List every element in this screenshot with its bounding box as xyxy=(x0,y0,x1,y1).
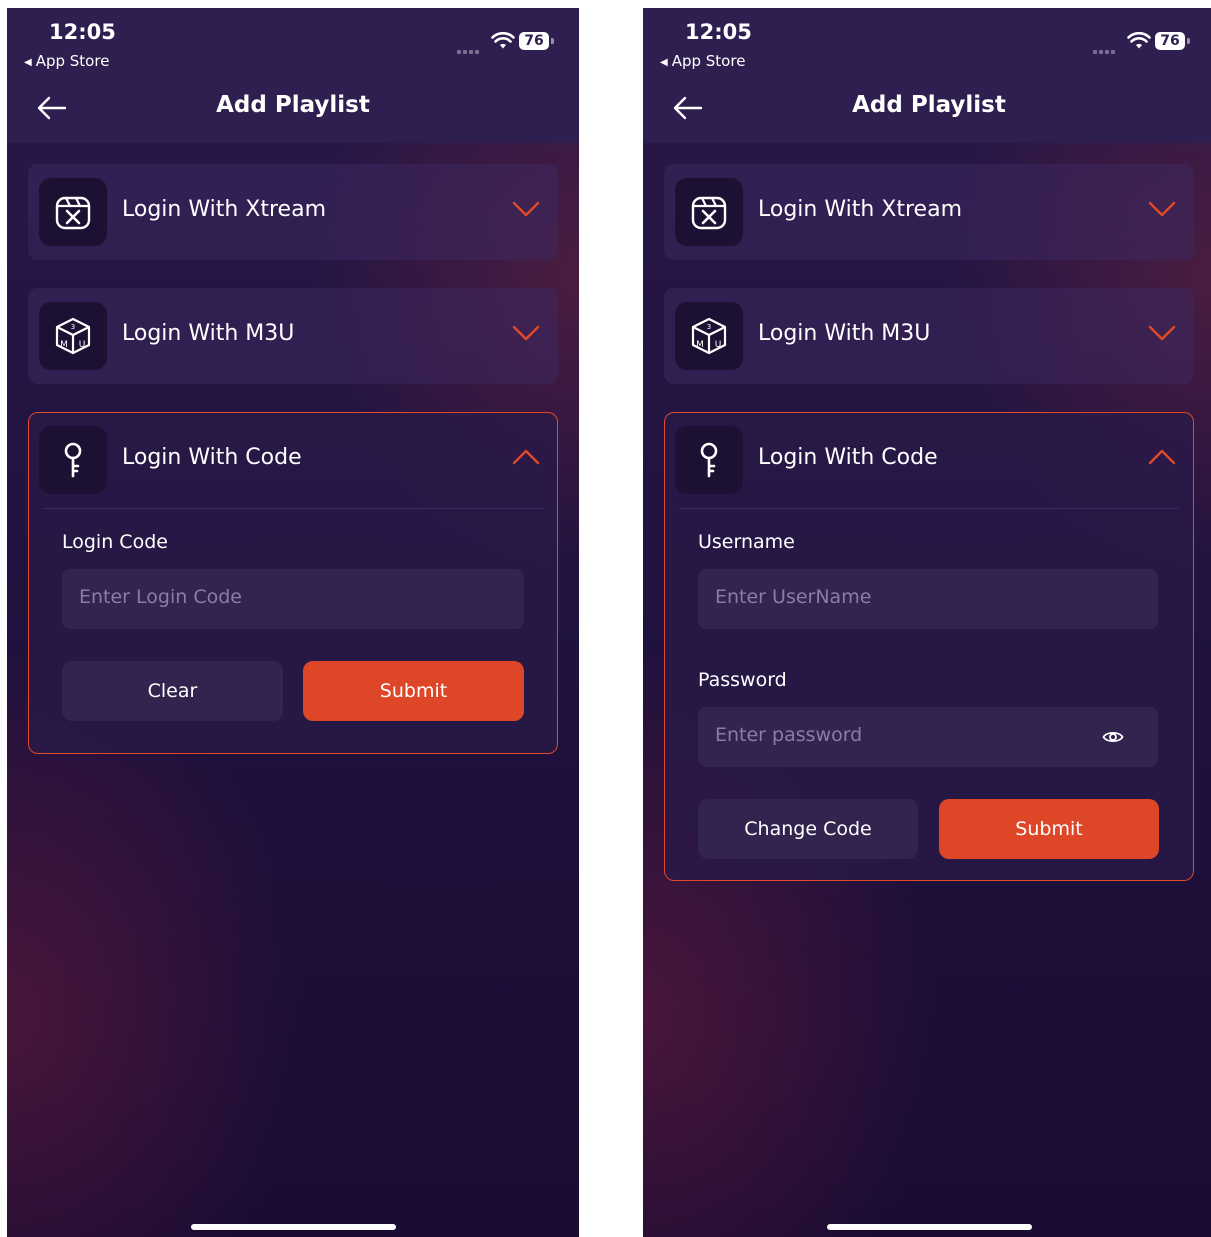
login-xtream-label: Login With Xtream xyxy=(758,197,962,222)
login-code-label: Login With Code xyxy=(122,445,302,470)
signal-icon xyxy=(457,46,481,54)
submit-button[interactable]: Submit xyxy=(303,661,524,721)
login-code-card: Login With Code Username Enter UserName … xyxy=(664,412,1194,881)
svg-text:U: U xyxy=(79,340,86,350)
back-app-label: App Store xyxy=(35,52,110,70)
page-title: Add Playlist xyxy=(216,92,370,118)
login-code-input[interactable]: Enter Login Code xyxy=(62,569,524,629)
username-input[interactable]: Enter UserName xyxy=(698,569,1158,629)
battery-indicator: 76 xyxy=(1155,32,1185,50)
login-code-placeholder: Enter Login Code xyxy=(79,586,242,608)
eye-icon[interactable] xyxy=(1102,728,1124,746)
battery-cap xyxy=(551,38,554,44)
wifi-icon xyxy=(1127,32,1151,49)
chevron-down-icon[interactable] xyxy=(512,324,540,342)
svg-text:M: M xyxy=(60,340,68,350)
back-triangle-icon: ◀ xyxy=(660,57,668,68)
key-icon xyxy=(700,442,718,478)
home-indicator xyxy=(827,1224,1032,1230)
app-header: 12:05 ◀ App Store 76 Add Playlist xyxy=(643,8,1211,143)
change-code-button[interactable]: Change Code xyxy=(698,799,918,859)
status-time: 12:05 xyxy=(685,20,752,44)
key-icon xyxy=(64,442,82,478)
password-field-label: Password xyxy=(698,669,787,691)
username-placeholder: Enter UserName xyxy=(715,586,872,608)
phone-screen-credentials-login: 12:05 ◀ App Store 76 Add Playlist Login W… xyxy=(643,8,1211,1237)
svg-text:3: 3 xyxy=(707,323,711,331)
chevron-down-icon[interactable] xyxy=(1148,324,1176,342)
icon-container xyxy=(39,178,107,246)
back-triangle-icon: ◀ xyxy=(24,57,32,68)
chevron-down-icon[interactable] xyxy=(512,200,540,218)
password-placeholder: Enter password xyxy=(715,724,863,746)
home-indicator xyxy=(191,1224,396,1230)
back-app-label: App Store xyxy=(671,52,746,70)
login-m3u-card[interactable]: 3 M U Login With M3U xyxy=(664,288,1194,384)
m3u-box-icon: 3 M U xyxy=(691,317,727,355)
status-time: 12:05 xyxy=(49,20,116,44)
icon-container xyxy=(39,426,107,494)
login-xtream-card[interactable]: Login With Xtream xyxy=(664,164,1194,260)
icon-container xyxy=(675,178,743,246)
username-field-label: Username xyxy=(698,531,795,553)
battery-cap xyxy=(1187,38,1190,44)
chevron-down-icon[interactable] xyxy=(1148,200,1176,218)
login-m3u-card[interactable]: 3 M U Login With M3U xyxy=(28,288,558,384)
svg-text:U: U xyxy=(715,340,722,350)
svg-text:3: 3 xyxy=(71,323,75,331)
battery-indicator: 76 xyxy=(519,32,549,50)
icon-container: 3 M U xyxy=(675,302,743,370)
back-to-app-store[interactable]: ◀ App Store xyxy=(24,52,109,70)
app-header: 12:05 ◀ App Store 76 Add Playlist xyxy=(7,8,579,143)
login-xtream-card[interactable]: Login With Xtream xyxy=(28,164,558,260)
xtream-icon xyxy=(691,196,727,230)
login-code-card: Login With Code Login Code Enter Login C… xyxy=(28,412,558,754)
password-input[interactable]: Enter password xyxy=(698,707,1158,767)
icon-container: 3 M U xyxy=(39,302,107,370)
m3u-box-icon: 3 M U xyxy=(55,317,91,355)
svg-text:M: M xyxy=(696,340,704,350)
login-code-label: Login With Code xyxy=(758,445,938,470)
clear-button[interactable]: Clear xyxy=(62,661,283,721)
divider xyxy=(43,508,543,509)
login-m3u-label: Login With M3U xyxy=(758,321,931,346)
wifi-icon xyxy=(491,32,515,49)
login-m3u-label: Login With M3U xyxy=(122,321,295,346)
chevron-up-icon[interactable] xyxy=(1148,448,1176,466)
page-title: Add Playlist xyxy=(852,92,1006,118)
xtream-icon xyxy=(55,196,91,230)
signal-icon xyxy=(1093,46,1117,54)
login-xtream-label: Login With Xtream xyxy=(122,197,326,222)
submit-button[interactable]: Submit xyxy=(939,799,1159,859)
back-to-app-store[interactable]: ◀ App Store xyxy=(660,52,745,70)
icon-container xyxy=(675,426,743,494)
chevron-up-icon[interactable] xyxy=(512,448,540,466)
phone-screen-code-login: 12:05 ◀ App Store 76 Add Playlist Login W… xyxy=(7,8,579,1237)
divider xyxy=(679,508,1179,509)
login-code-field-label: Login Code xyxy=(62,531,168,553)
